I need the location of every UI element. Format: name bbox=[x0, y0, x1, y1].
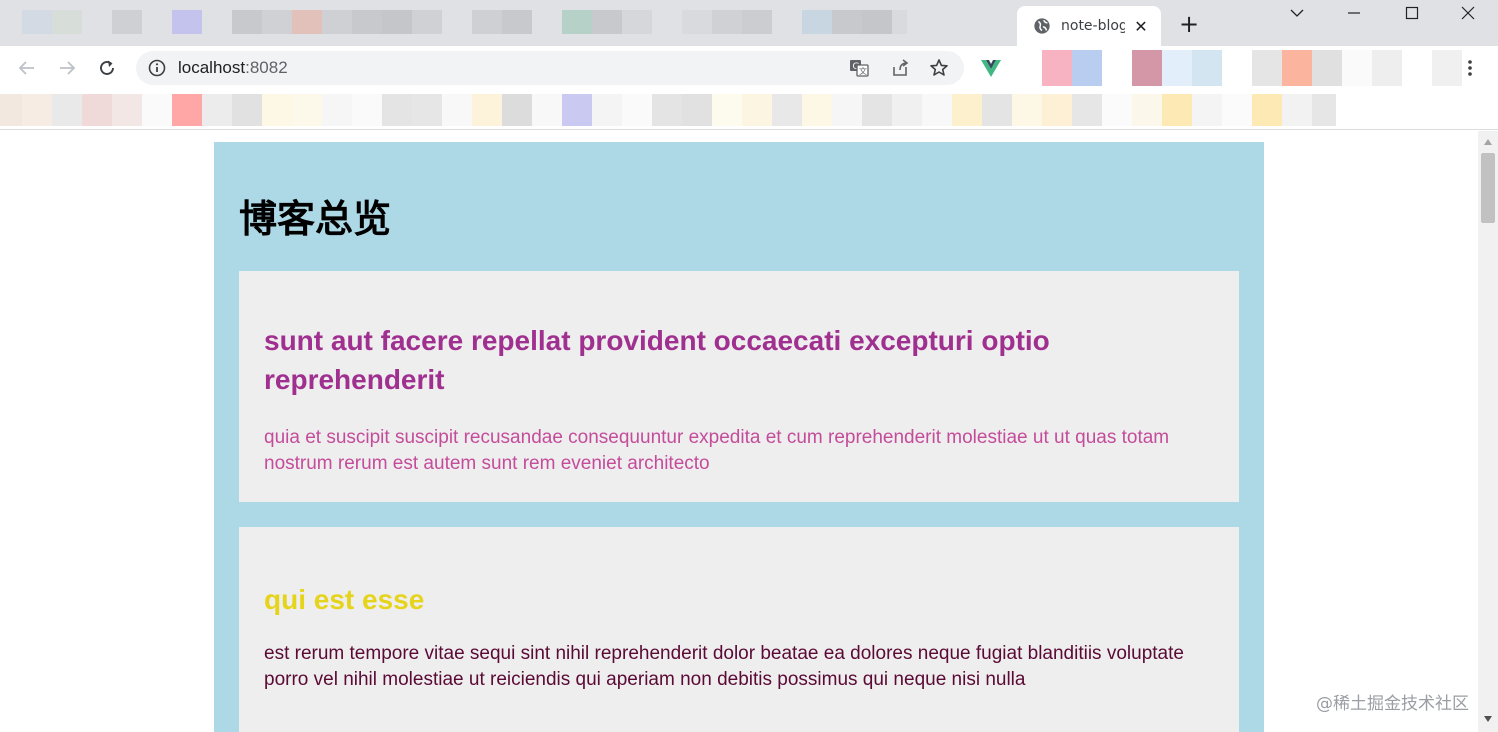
tab-title: note-blog bbox=[1061, 18, 1125, 34]
post-card: qui est esse est rerum tempore vitae seq… bbox=[239, 527, 1239, 732]
browser-toolbar: localhost:8082 G 文 bbox=[0, 46, 1498, 90]
scrollbar-thumb[interactable] bbox=[1481, 153, 1495, 223]
post-title: sunt aut facere repellat provident occae… bbox=[264, 325, 1050, 395]
post-body: est rerum tempore vitae sequi sint nihil… bbox=[264, 643, 1184, 690]
globe-icon bbox=[1034, 18, 1050, 34]
post-title: qui est esse bbox=[264, 584, 425, 615]
address-bar[interactable]: localhost:8082 G 文 bbox=[136, 51, 964, 85]
new-tab-icon[interactable]: + bbox=[1176, 10, 1202, 38]
bookmarks-bar bbox=[0, 90, 1498, 130]
url-port: :8082 bbox=[245, 58, 288, 77]
minimize-icon[interactable] bbox=[1331, 0, 1377, 26]
page-viewport: 博客总览 sunt aut facere repellat provident … bbox=[0, 131, 1478, 732]
site-info-icon[interactable] bbox=[148, 59, 166, 77]
vertical-scrollbar[interactable] bbox=[1478, 131, 1498, 732]
back-icon[interactable] bbox=[13, 54, 41, 82]
blog-container: 博客总览 sunt aut facere repellat provident … bbox=[214, 142, 1264, 732]
active-tab[interactable]: note-blog ✕ bbox=[1017, 6, 1161, 46]
reload-icon[interactable] bbox=[93, 54, 121, 82]
close-window-icon[interactable] bbox=[1445, 0, 1491, 26]
forward-icon[interactable] bbox=[53, 54, 81, 82]
address-url[interactable]: localhost:8082 bbox=[178, 58, 288, 78]
share-icon[interactable] bbox=[890, 58, 910, 78]
scroll-down-arrow-icon[interactable] bbox=[1478, 711, 1498, 727]
svg-text:文: 文 bbox=[859, 66, 867, 76]
maximize-icon[interactable] bbox=[1389, 0, 1435, 26]
translate-icon[interactable]: G 文 bbox=[849, 58, 869, 78]
post-body: quia et suscipit suscipit recusandae con… bbox=[264, 427, 1170, 474]
page-title: 博客总览 bbox=[239, 197, 392, 241]
browser-menu-icon[interactable] bbox=[1456, 54, 1484, 82]
close-tab-icon[interactable]: ✕ bbox=[1133, 17, 1149, 36]
bookmark-star-icon[interactable] bbox=[929, 58, 949, 78]
vue-devtools-icon[interactable] bbox=[980, 57, 1002, 79]
post-card: sunt aut facere repellat provident occae… bbox=[239, 271, 1239, 502]
blurred-extensions[interactable] bbox=[1012, 50, 1462, 86]
scroll-up-arrow-icon[interactable] bbox=[1478, 134, 1498, 150]
blurred-bookmarks[interactable] bbox=[0, 94, 1336, 126]
tab-strip: note-blog ✕ + bbox=[0, 0, 1498, 46]
watermark-text: @稀土掘金技术社区 bbox=[1316, 694, 1469, 714]
tab-search-icon[interactable] bbox=[1274, 0, 1320, 26]
url-host: localhost bbox=[178, 58, 246, 77]
blurred-tabs[interactable] bbox=[0, 10, 907, 34]
